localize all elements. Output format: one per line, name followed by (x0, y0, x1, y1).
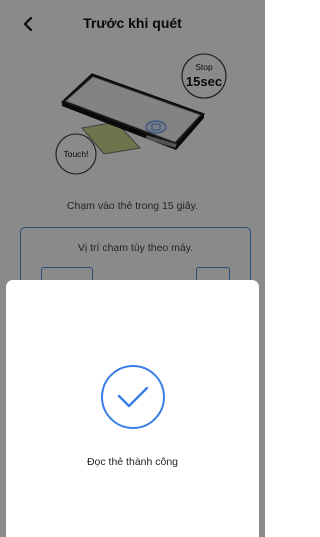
checkmark-icon (117, 386, 149, 408)
check-circle-icon (101, 365, 165, 429)
success-message: Đọc thẻ thành công (86, 456, 179, 468)
result-sheet: Đọc thẻ thành công (6, 280, 259, 537)
